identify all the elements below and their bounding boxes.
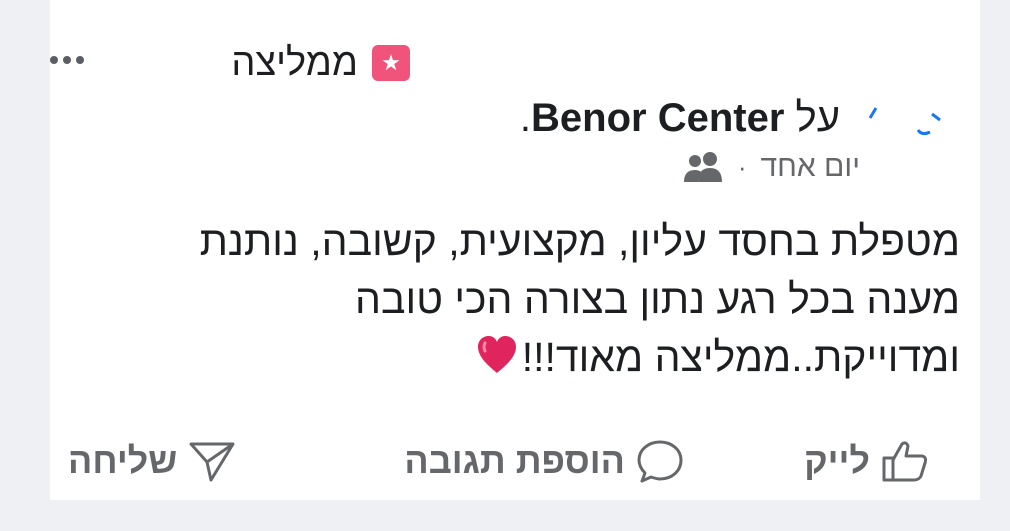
heart-icon (477, 336, 516, 373)
post-body: מטפלת בחסד עליון, מקצועית, קשובה, נותנת … (60, 212, 960, 386)
body-line: מטפלת בחסד עליון, מקצועית, קשובה, נותנת (199, 218, 960, 264)
meta-separator: · (737, 151, 747, 182)
recommends-label: ממליצה (231, 41, 358, 84)
send-label: שליחה (68, 440, 178, 481)
more-options-button[interactable] (50, 40, 98, 80)
action-bar: לייק הוספת תגובה שליחה (50, 428, 980, 498)
comment-button[interactable]: הוספת תגובה (404, 438, 685, 484)
thumbs-up-icon (882, 441, 928, 482)
dot (76, 56, 84, 64)
send-button[interactable]: שליחה (68, 438, 237, 484)
page-name-link[interactable]: Benor Center (531, 96, 784, 140)
comment-icon (637, 440, 683, 483)
dot (63, 56, 71, 64)
body-line-with-heart: ומדוייקת..ממליצה מאוד!!! (60, 328, 960, 386)
like-label: לייק (804, 440, 870, 481)
post-meta: יום אחד · (682, 150, 860, 184)
review-prefix: על (784, 96, 840, 140)
send-icon (189, 442, 235, 482)
like-button[interactable]: לייק (804, 438, 930, 484)
post-card: ★ ממליצה על Benor Center. יום אחד · מטפל… (50, 0, 980, 500)
recommendation-header: ★ ממליצה (231, 38, 410, 88)
star-icon: ★ (372, 45, 410, 81)
avatar-fragment (868, 107, 941, 136)
body-line: מענה בכל רגע נתון בצורה הכי טובה (355, 276, 960, 322)
dot (50, 56, 58, 64)
comment-label: הוספת תגובה (404, 440, 625, 481)
post-time[interactable]: יום אחד (761, 150, 860, 184)
body-line-text: ומדוייקת..ממליצה מאוד!!! (521, 334, 960, 380)
review-target-line: על Benor Center. (520, 96, 840, 141)
friends-icon[interactable] (682, 150, 724, 184)
review-suffix: . (519, 96, 532, 140)
